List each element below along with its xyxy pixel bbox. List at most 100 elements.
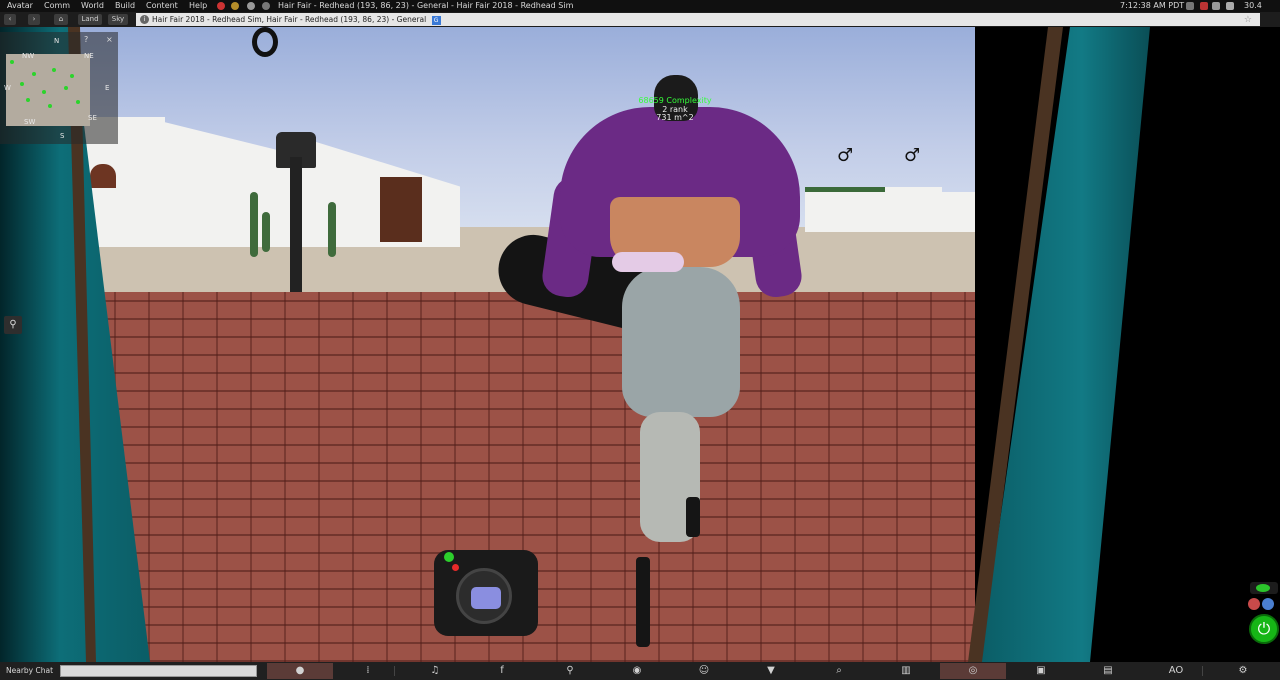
search-icon[interactable]: ⌕: [829, 663, 849, 679]
land-button[interactable]: Land: [78, 14, 102, 25]
inventory-icon[interactable]: ▤: [1098, 663, 1118, 679]
minimap-image[interactable]: [6, 54, 90, 126]
compass-se: SE: [88, 114, 97, 122]
menu-world[interactable]: World: [81, 0, 104, 12]
location-field[interactable]: i Hair Fair 2018 - Redhead Sim, Hair Fai…: [136, 13, 1260, 26]
area-text: 731 m^2: [656, 113, 694, 122]
minimap[interactable]: ? × N NE NW E W SW SE S: [0, 32, 118, 144]
avatar-dot: [48, 104, 52, 108]
compass-ne: NE: [84, 52, 94, 60]
avatar-dot: [10, 60, 14, 64]
camera-icon[interactable]: ◎: [940, 663, 1006, 679]
menu-comm[interactable]: Comm: [44, 0, 70, 12]
status-icon[interactable]: [231, 2, 239, 10]
sound-icon[interactable]: [262, 2, 270, 10]
avatar-dot: [64, 86, 68, 90]
compass-s: S: [60, 132, 65, 140]
speak-icon[interactable]: ⁞: [360, 663, 376, 679]
avatar-dot: [76, 100, 80, 104]
red-ball-icon[interactable]: [1248, 598, 1260, 610]
avatar-dot: [52, 68, 56, 72]
chat-input[interactable]: [60, 665, 257, 677]
info-icon[interactable]: i: [140, 15, 149, 24]
voice-headset-icon[interactable]: ♫: [425, 663, 445, 679]
status-icon[interactable]: [247, 2, 255, 10]
media-icon[interactable]: [1212, 2, 1220, 10]
roof: [805, 187, 885, 192]
volume-icon[interactable]: [1226, 2, 1234, 10]
compass-w: W: [4, 84, 11, 92]
power-icon[interactable]: ⏻: [1249, 614, 1279, 644]
camera-record-icon: [452, 564, 459, 571]
monitor-icon[interactable]: [1186, 2, 1194, 10]
camera-status-icon: [444, 552, 454, 562]
navigation-bar: ‹ › ⌂ Land Sky i Hair Fair 2018 - Redhea…: [0, 12, 1280, 27]
blue-ball-icon[interactable]: [1262, 598, 1274, 610]
separator: [1202, 666, 1203, 676]
clock: 7:12:38 AM PDT: [1120, 1, 1185, 10]
menu-bar: Avatar Comm World Build Content Help Hai…: [0, 0, 1280, 12]
avatar-bow: [612, 252, 684, 272]
settings-icon[interactable]: ⚙: [1233, 663, 1253, 679]
avatar-nametag: 68659 Complexity 2 rank 731 m^2: [610, 96, 740, 123]
close-icon[interactable]: ×: [106, 35, 113, 44]
hud-balls[interactable]: [1248, 597, 1278, 611]
building: [880, 187, 942, 232]
menu-build[interactable]: Build: [115, 0, 135, 12]
avatar-dot: [70, 74, 74, 78]
bottom-toolbar: Nearby Chat ● ⁞ ♫ f ⚲ ◉ ☺ ▼ ⌕ ▥ ◎ ▣ ▤ AO…: [0, 662, 1280, 680]
favorite-star-icon[interactable]: ☆: [1244, 14, 1252, 27]
window-title: Hair Fair - Redhead (193, 86, 23) - Gene…: [278, 1, 574, 10]
viewer-window: Avatar Comm World Build Content Help Hai…: [0, 0, 1280, 680]
hanging-ring: [252, 27, 278, 57]
ao-button[interactable]: AO: [1164, 663, 1188, 679]
compass-nw: NW: [22, 52, 35, 60]
forward-button[interactable]: ›: [28, 14, 40, 25]
menu-avatar[interactable]: Avatar: [7, 0, 33, 12]
menu-help[interactable]: Help: [189, 0, 207, 12]
people-icon[interactable]: ☺: [694, 663, 714, 679]
chat-bubble-icon[interactable]: ●: [267, 663, 333, 679]
avatar-heel: [636, 557, 650, 647]
cactus: [262, 212, 270, 252]
snapshot-icon[interactable]: ▣: [1031, 663, 1051, 679]
avatar-pants: [622, 267, 740, 417]
menu-content[interactable]: Content: [146, 0, 178, 12]
view-eye-icon[interactable]: ◉: [627, 663, 647, 679]
home-button[interactable]: ⌂: [54, 14, 68, 25]
cactus: [328, 202, 336, 257]
sky-button[interactable]: Sky: [108, 14, 128, 25]
fps-readout: 30.4: [1244, 1, 1262, 10]
avatar-heel: [686, 497, 700, 537]
window: [90, 164, 116, 188]
avatar-dot: [20, 82, 24, 86]
male-symbol-icon: ♂: [904, 145, 921, 166]
compass-e: E: [105, 84, 110, 92]
cactus: [250, 192, 258, 257]
world-view[interactable]: 68659 Complexity 2 rank 731 m^2 ♂ ♂: [0, 27, 1280, 662]
compass-n: N: [54, 37, 60, 45]
compass-sw: SW: [24, 118, 36, 126]
facebook-icon[interactable]: f: [492, 663, 512, 679]
back-button[interactable]: ‹: [4, 14, 16, 25]
separator: [394, 666, 395, 676]
avatar-dot: [26, 98, 30, 102]
building: [805, 187, 885, 232]
appearance-icon[interactable]: ▼: [761, 663, 781, 679]
location-pin-icon[interactable]: ⚲: [4, 316, 22, 334]
camera-controls[interactable]: [434, 550, 538, 636]
avatar-dot: [32, 72, 36, 76]
minimap-menu-button[interactable]: ?: [84, 35, 88, 44]
avatar-dot: [42, 90, 46, 94]
brick-floor: [80, 292, 1040, 662]
map-icon[interactable]: ▥: [896, 663, 916, 679]
maturity-badge: G: [431, 16, 441, 25]
status-icon[interactable]: [217, 2, 225, 10]
voice-icon[interactable]: [1200, 2, 1208, 10]
nearby-chat-label[interactable]: Nearby Chat: [6, 662, 53, 680]
hud-button[interactable]: [1250, 582, 1278, 594]
walk-icon[interactable]: ⚲: [560, 663, 580, 679]
location-text: Hair Fair 2018 - Redhead Sim, Hair Fair …: [152, 15, 427, 24]
camera-lens-control[interactable]: [456, 568, 512, 624]
camera-view: [471, 587, 501, 609]
